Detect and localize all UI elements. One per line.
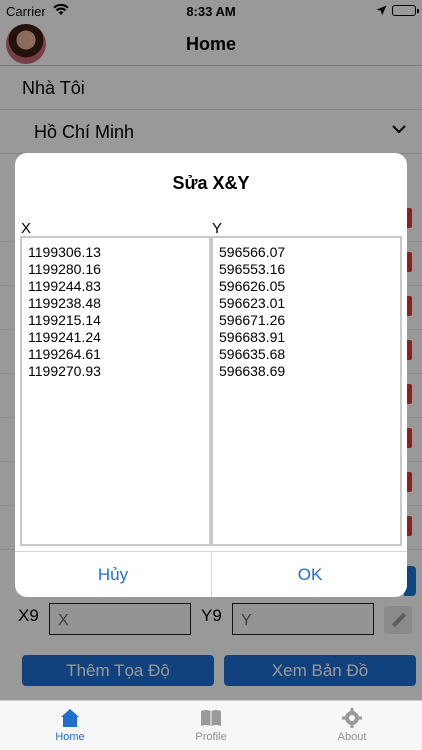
y-value: 596638.69 — [219, 363, 286, 379]
tab-bar: Home Profile About — [0, 700, 422, 750]
dialog-title: Sửa X&Y — [172, 173, 250, 193]
tab-home-label: Home — [55, 731, 85, 743]
y-value: 596671.26 — [219, 312, 286, 328]
tab-profile[interactable]: Profile — [141, 701, 281, 750]
y-value: 596683.91 — [219, 329, 286, 345]
x-value: 1199270.93 — [28, 363, 101, 379]
edit-xy-dialog: Sửa X&Y X Y 1199306.13 1199280.16 119924… — [15, 153, 407, 597]
y-column-header: Y — [212, 220, 223, 237]
dialog-button-bar: Hủy OK — [15, 551, 407, 597]
y-value: 596623.01 — [219, 295, 286, 311]
y-value: 596635.68 — [219, 346, 286, 362]
x-value: 1199280.16 — [28, 261, 101, 277]
y-value: 596553.16 — [219, 261, 286, 277]
x-values-textarea[interactable]: 1199306.13 1199280.16 1199244.83 1199238… — [20, 236, 211, 546]
ok-button[interactable]: OK — [212, 552, 407, 597]
cancel-button[interactable]: Hủy — [15, 552, 211, 597]
x-column-header: X — [21, 220, 32, 237]
y-value: 596566.07 — [219, 244, 286, 260]
x-value: 1199215.14 — [28, 312, 101, 328]
x-value: 1199241.24 — [28, 329, 101, 345]
home-icon — [61, 709, 79, 727]
x-value: 1199306.13 — [28, 244, 101, 260]
tab-profile-label: Profile — [195, 731, 227, 743]
tab-home[interactable]: Home — [0, 701, 140, 750]
y-value: 596626.05 — [219, 278, 286, 294]
x-value: 1199238.48 — [28, 295, 101, 311]
x-value: 1199244.83 — [28, 278, 101, 294]
gear-icon — [342, 708, 362, 728]
book-icon — [201, 710, 221, 726]
y-values-textarea[interactable]: 596566.07 596553.16 596626.05 596623.01 … — [211, 236, 402, 546]
tab-about[interactable]: About — [282, 701, 422, 750]
tab-about-label: About — [337, 731, 367, 743]
x-value: 1199264.61 — [28, 346, 101, 362]
